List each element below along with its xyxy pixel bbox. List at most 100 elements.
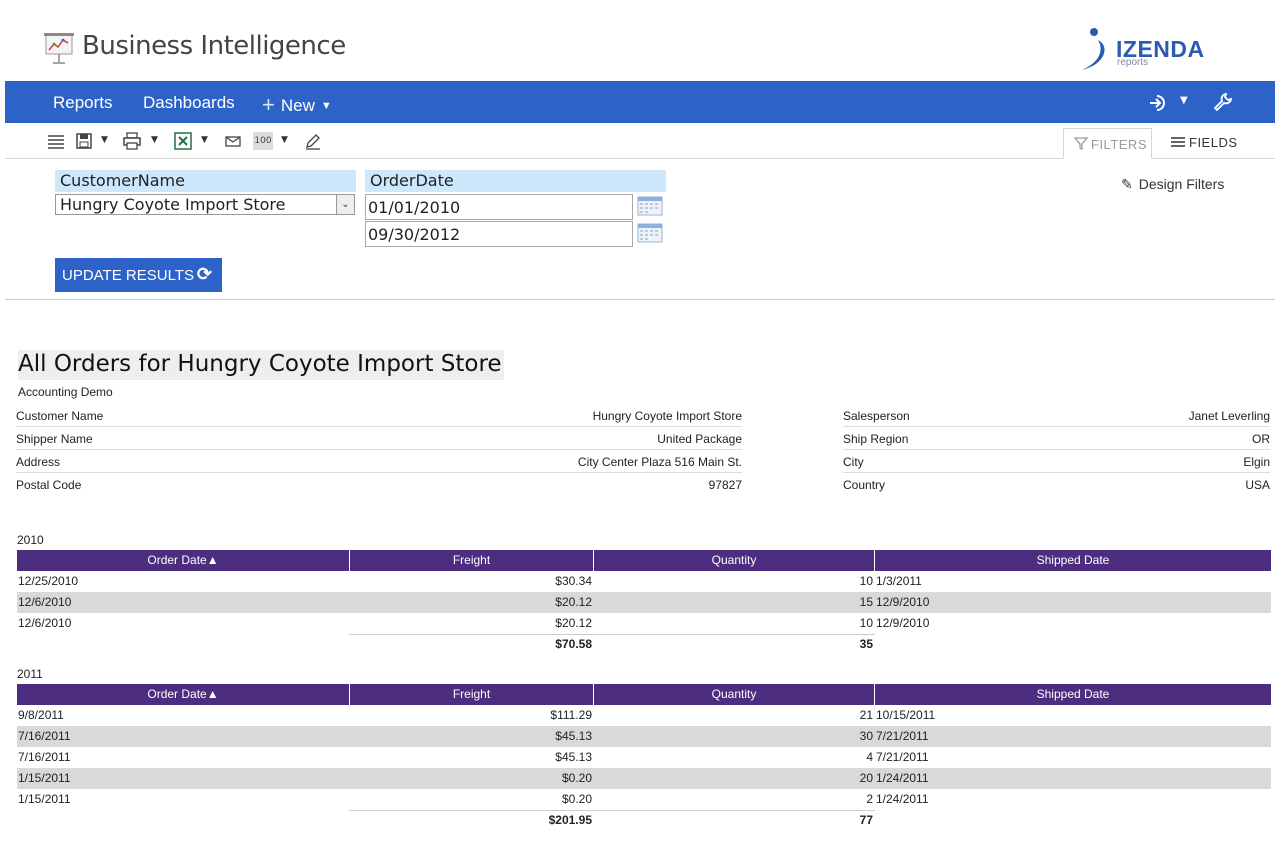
field-label: Ship Region	[843, 432, 909, 446]
freight-cell: $45.13	[555, 750, 592, 764]
column-header[interactable]: Shipped Date	[874, 550, 1271, 571]
column-header[interactable]: Order Date▲	[17, 684, 349, 705]
shipped-date-cell: 10/15/2011	[876, 708, 936, 722]
column-header[interactable]: Order Date▲	[17, 550, 349, 571]
edit-icon[interactable]	[304, 132, 322, 150]
column-header[interactable]: Quantity	[593, 684, 874, 705]
chevron-down-icon[interactable]: ▼	[201, 135, 208, 145]
freight-cell: $30.34	[555, 574, 592, 588]
nav-new-label: New	[280, 96, 315, 115]
order-date-cell: 1/15/2011	[18, 771, 71, 785]
quantity-cell: 2	[866, 792, 873, 806]
excel-icon[interactable]	[174, 132, 192, 150]
chevron-down-icon[interactable]: ▼	[151, 135, 158, 145]
chevron-down-icon[interactable]: ▼	[1180, 95, 1188, 106]
list-icon[interactable]	[47, 132, 65, 150]
plus-icon: +	[262, 92, 275, 117]
report-toolbar: ▼ ▼ ▼ 100 ▼ FILTERS FIELDS	[5, 123, 1275, 159]
order-date-from-input[interactable]: 01/01/2010	[365, 194, 633, 220]
tab-fields-label: FIELDS	[1189, 135, 1238, 150]
freight-cell: $20.12	[555, 595, 592, 609]
field-row: City Elgin	[843, 450, 1270, 473]
shipped-date-cell: 12/9/2010	[876, 595, 930, 609]
field-value: United Package	[657, 432, 742, 446]
freight-cell: $20.12	[555, 616, 592, 630]
table-row: 12/6/2010 $20.12 10 12/9/2010	[17, 613, 1271, 634]
nav-dashboards[interactable]: Dashboards	[143, 93, 235, 113]
shipped-date-cell: 1/3/2011	[876, 574, 922, 588]
column-header[interactable]: Freight	[349, 550, 593, 571]
column-header[interactable]: Shipped Date	[874, 684, 1271, 705]
table-row: 7/16/2011 $45.13 4 7/21/2011	[17, 747, 1271, 768]
freight-cell: $0.20	[561, 771, 592, 785]
customer-name-select[interactable]: Hungry Coyote Import Store ⌄	[55, 194, 355, 215]
group-year-label: 2011	[17, 667, 43, 681]
table-row: 1/15/2011 $0.20 20 1/24/2011	[17, 768, 1271, 789]
freight-cell: $45.13	[555, 729, 592, 743]
report-title: All Orders for Hungry Coyote Import Stor…	[18, 350, 504, 380]
shipped-date-cell: 12/9/2010	[876, 616, 930, 630]
field-label: Country	[843, 478, 886, 492]
field-row: Country USA	[843, 473, 1270, 496]
update-results-label: UPDATE RESULTS	[62, 267, 194, 284]
quantity-cell: 10	[859, 574, 873, 588]
field-label: Customer Name	[16, 409, 104, 423]
field-row: Address City Center Plaza 516 Main St.	[16, 450, 742, 473]
field-value: City Center Plaza 516 Main St.	[577, 455, 742, 469]
order-date-cell: 1/15/2011	[18, 792, 71, 806]
table-header: Order Date▲ Freight Quantity Shipped Date	[17, 550, 1271, 571]
quantity-cell: 10	[859, 616, 873, 630]
table-row: 7/16/2011 $45.13 30 7/21/2011	[17, 726, 1271, 747]
wrench-icon[interactable]	[1213, 92, 1233, 112]
save-icon[interactable]	[75, 132, 93, 150]
table-row: 12/25/2010 $30.34 10 1/3/2011	[17, 571, 1271, 592]
nav-new-menu[interactable]: + New ▼	[262, 91, 332, 117]
calendar-icon[interactable]	[637, 196, 663, 216]
field-value: USA	[1245, 478, 1270, 492]
column-header[interactable]: Freight	[349, 684, 593, 705]
field-label: Address	[16, 455, 61, 469]
brand-subtitle: reports	[1117, 57, 1149, 68]
mail-icon[interactable]	[224, 132, 242, 150]
order-date-cell: 9/8/2011	[18, 708, 64, 722]
field-value: Hungry Coyote Import Store	[592, 409, 742, 423]
sign-in-icon[interactable]	[1149, 94, 1169, 112]
design-filters-label: Design Filters	[1138, 176, 1225, 192]
tab-fields[interactable]: FIELDS	[1165, 128, 1265, 159]
shipped-date-cell: 7/21/2011	[876, 729, 929, 743]
shipped-date-cell: 7/21/2011	[876, 750, 929, 764]
field-value: 97827	[708, 478, 742, 492]
print-icon[interactable]	[123, 132, 141, 150]
report-subtitle: Accounting Demo	[18, 385, 113, 399]
nav-reports[interactable]: Reports	[53, 93, 113, 113]
chevron-down-icon[interactable]: ▼	[101, 135, 108, 145]
divider	[5, 299, 1275, 300]
field-label: Postal Code	[16, 478, 82, 492]
quantity-cell: 15	[859, 595, 873, 609]
page-size-icon[interactable]: 100	[253, 132, 273, 150]
filter-icon	[1073, 137, 1089, 151]
chevron-down-icon: ⌄	[336, 195, 354, 214]
tab-filters[interactable]: FILTERS	[1063, 128, 1152, 159]
design-filters-link[interactable]: ✎ Design Filters	[1121, 176, 1224, 193]
order-date-cell: 7/16/2011	[18, 729, 71, 743]
calendar-icon[interactable]	[637, 223, 663, 243]
field-row: Postal Code 97827	[16, 473, 742, 496]
chevron-down-icon[interactable]: ▼	[281, 135, 288, 145]
table-row: 12/6/2010 $20.12 15 12/9/2010	[17, 592, 1271, 613]
table-row: 9/8/2011 $111.29 21 10/15/2011	[17, 705, 1271, 726]
quantity-total: 35	[859, 637, 873, 651]
quantity-cell: 4	[866, 750, 873, 764]
tab-filters-label: FILTERS	[1091, 137, 1147, 152]
quantity-total: 77	[859, 813, 873, 827]
field-row: Salesperson Janet Leverling	[843, 404, 1270, 427]
shipped-date-cell: 1/24/2011	[876, 771, 929, 785]
column-header[interactable]: Quantity	[593, 550, 874, 571]
quantity-cell: 20	[859, 771, 873, 785]
order-date-to-input[interactable]: 09/30/2012	[365, 221, 633, 247]
field-label: City	[843, 455, 864, 469]
order-date-cell: 12/6/2010	[18, 616, 72, 630]
order-date-cell: 12/6/2010	[18, 595, 72, 609]
quantity-cell: 21	[859, 708, 873, 722]
update-results-button[interactable]: UPDATE RESULTS ⟳	[55, 258, 222, 292]
